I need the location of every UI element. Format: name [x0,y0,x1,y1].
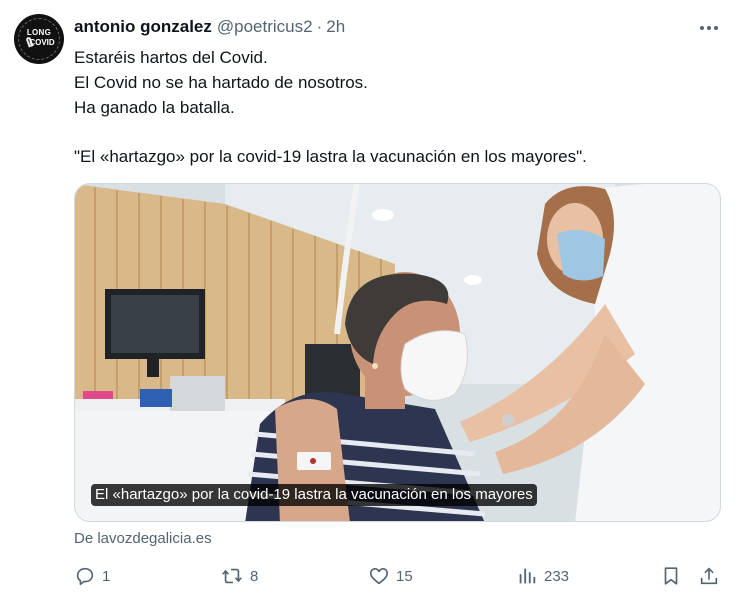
tweet-header: antonio gonzalez @poetricus2 · 2h [74,17,345,39]
like-icon [369,568,389,585]
tweet-text: Estaréis hartos del Covid. El Covid no s… [74,45,714,169]
tweet-timestamp[interactable]: 2h [326,17,345,37]
like-button[interactable]: 15 [368,563,413,589]
views-count: 233 [544,567,570,585]
header-separator: · [316,17,323,36]
views-icon [519,568,536,584]
tweet-line: Estaréis hartos del Covid. [74,48,268,67]
avatar-text-top: LONG [26,28,52,37]
tweet-line: El Covid no se ha hartado de nosotros. [74,73,368,92]
avatar[interactable]: LONG COVID [14,14,64,64]
reply-button[interactable]: 1 [74,563,110,589]
tweet-line: "El «hartazgo» por la covid-19 lastra la… [74,147,587,166]
author-name[interactable]: antonio gonzalez [74,17,212,37]
reply-icon [76,567,94,586]
tweet-line: Ha ganado la batalla. [74,98,235,117]
action-bar: 1 8 15 233 [74,563,724,589]
retweet-button[interactable]: 8 [220,563,258,589]
views-button[interactable]: 233 [516,563,569,589]
author-handle[interactable]: @poetricus2 [217,17,313,37]
vaccination-photo [75,184,720,521]
card-source[interactable]: De lavozdegalicia.es [74,530,212,547]
like-count: 15 [396,567,413,585]
share-icon [700,567,718,585]
bookmark-button[interactable] [660,563,682,589]
link-card-image[interactable]: El «hartazgo» por la covid-19 lastra la … [74,183,721,522]
retweet-count: 8 [250,567,259,585]
card-caption: El «hartazgo» por la covid-19 lastra la … [91,484,537,506]
share-button[interactable] [698,563,720,589]
avatar-text-bottom: COVID [29,38,55,47]
reply-count: 1 [102,567,111,585]
bookmark-icon [664,567,678,585]
tweet[interactable]: LONG COVID antonio gonzalez @poetricus2 … [0,0,738,600]
retweet-icon [222,568,242,584]
more-icon[interactable] [698,22,720,34]
